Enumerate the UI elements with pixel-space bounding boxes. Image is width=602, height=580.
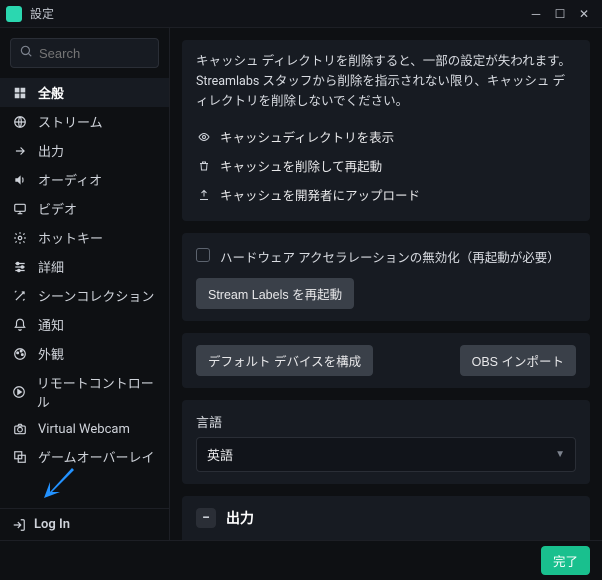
sidebar-item-label: 全般	[38, 83, 64, 102]
app-icon	[6, 6, 22, 22]
configure-default-device-button[interactable]: デフォルト デバイスを構成	[196, 345, 373, 376]
sidebar-item-virtual-webcam[interactable]: Virtual Webcam	[0, 416, 169, 442]
cache-card: キャッシュ ディレクトリを削除すると、一部の設定が失われます。Streamlab…	[182, 40, 590, 221]
camera-icon	[12, 421, 28, 437]
sidebar-item-label: 詳細	[38, 257, 64, 276]
hw-disable-row[interactable]: ハードウェア アクセラレーションの無効化（再起動が必要）	[196, 245, 576, 268]
sidebar-item-general[interactable]: 全般	[0, 78, 169, 107]
sidebar-item-advanced[interactable]: 詳細	[0, 252, 169, 281]
wand-icon	[12, 288, 28, 304]
close-button[interactable]: ✕	[572, 4, 596, 24]
sidebar-item-label: ストリーム	[38, 112, 103, 131]
content-area: キャッシュ ディレクトリを削除すると、一部の設定が失われます。Streamlab…	[170, 28, 602, 540]
hw-disable-label: ハードウェア アクセラレーションの無効化（再起動が必要）	[220, 247, 560, 266]
volume-icon	[12, 172, 28, 188]
sidebar-item-notifications[interactable]: 通知	[0, 310, 169, 339]
login-icon	[12, 518, 26, 532]
chevron-down-icon: ▼	[555, 449, 565, 460]
checkbox[interactable]	[196, 248, 210, 262]
language-label: 言語	[196, 412, 576, 431]
obs-import-button[interactable]: OBS インポート	[460, 345, 576, 376]
sidebar-item-label: シーンコレクション	[38, 286, 154, 305]
maximize-button[interactable]: ☐	[548, 4, 572, 24]
sidebar-item-game-overlay[interactable]: ゲームオーバーレイ	[0, 442, 169, 471]
device-card: デフォルト デバイスを構成 OBS インポート	[182, 333, 590, 388]
sidebar-item-stream[interactable]: ストリーム	[0, 107, 169, 136]
footer-bar: 完了	[0, 540, 602, 580]
cache-action-label: キャッシュを削除して再起動	[220, 156, 382, 175]
collapse-toggle[interactable]: −	[196, 508, 216, 528]
gear-icon	[12, 230, 28, 246]
minimize-button[interactable]: ─	[524, 4, 548, 24]
sidebar-item-output[interactable]: 出力	[0, 136, 169, 165]
sidebar-item-label: オーディオ	[38, 170, 102, 189]
cache-action-upload[interactable]: キャッシュを開発者にアップロード	[196, 180, 576, 209]
cache-action-delete[interactable]: キャッシュを削除して再起動	[196, 151, 576, 180]
annotation-arrow	[42, 464, 78, 510]
globe-icon	[12, 114, 28, 130]
cache-action-label: キャッシュディレクトリを表示	[220, 127, 394, 146]
output-card: − 出力 Show confirmation dialog when start…	[182, 496, 590, 540]
output-section-header: − 出力	[196, 508, 576, 528]
upload-icon	[196, 189, 212, 201]
language-selected: 英語	[207, 445, 233, 464]
login-label: Log In	[34, 517, 70, 532]
search-box[interactable]	[10, 38, 159, 68]
monitor-icon	[12, 201, 28, 217]
sidebar-item-label: 外観	[38, 344, 64, 363]
sidebar-item-hotkeys[interactable]: ホットキー	[0, 223, 169, 252]
grid-icon	[12, 85, 28, 101]
sidebar-item-remote-control[interactable]: リモートコントロール	[0, 368, 169, 416]
eye-icon	[196, 131, 212, 143]
output-header-label: 出力	[226, 508, 254, 528]
language-select[interactable]: 英語 ▼	[196, 437, 576, 472]
sidebar-item-label: 通知	[38, 315, 64, 334]
sidebar-item-label: Virtual Webcam	[38, 422, 130, 437]
sidebar-item-label: 出力	[38, 141, 64, 160]
cache-action-show[interactable]: キャッシュディレクトリを表示	[196, 122, 576, 151]
sidebar-item-scene-collection[interactable]: シーンコレクション	[0, 281, 169, 310]
confirm-start-row[interactable]: Show confirmation dialog when starting s…	[196, 538, 576, 540]
sidebar: 全般 ストリーム 出力 オーディオ ビデオ ホットキー	[0, 28, 170, 540]
login-button[interactable]: Log In	[0, 508, 169, 540]
sidebar-item-audio[interactable]: オーディオ	[0, 165, 169, 194]
titlebar: 設定 ─ ☐ ✕	[0, 0, 602, 28]
language-card: 言語 英語 ▼	[182, 400, 590, 484]
sidebar-item-appearance[interactable]: 外観	[0, 339, 169, 368]
done-button[interactable]: 完了	[541, 546, 590, 575]
sidebar-item-label: ビデオ	[38, 199, 77, 218]
bell-icon	[12, 317, 28, 333]
sidebar-nav: 全般 ストリーム 出力 オーディオ ビデオ ホットキー	[0, 76, 169, 473]
sidebar-item-video[interactable]: ビデオ	[0, 194, 169, 223]
window-title: 設定	[30, 5, 54, 22]
overlay-icon	[12, 449, 28, 465]
cache-warning: キャッシュ ディレクトリを削除すると、一部の設定が失われます。Streamlab…	[196, 52, 576, 112]
paint-icon	[12, 346, 28, 362]
export-icon	[12, 143, 28, 159]
hw-card: ハードウェア アクセラレーションの無効化（再起動が必要） Stream Labe…	[182, 233, 590, 321]
search-input[interactable]	[39, 46, 150, 61]
trash-icon	[196, 160, 212, 172]
restart-stream-labels-button[interactable]: Stream Labels を再起動	[196, 278, 354, 309]
sidebar-item-label: ホットキー	[38, 228, 103, 247]
cache-action-label: キャッシュを開発者にアップロード	[220, 185, 420, 204]
sliders-icon	[12, 259, 28, 275]
sidebar-item-label: リモートコントロール	[37, 373, 157, 411]
play-circle-icon	[12, 384, 27, 400]
search-icon	[19, 44, 39, 62]
